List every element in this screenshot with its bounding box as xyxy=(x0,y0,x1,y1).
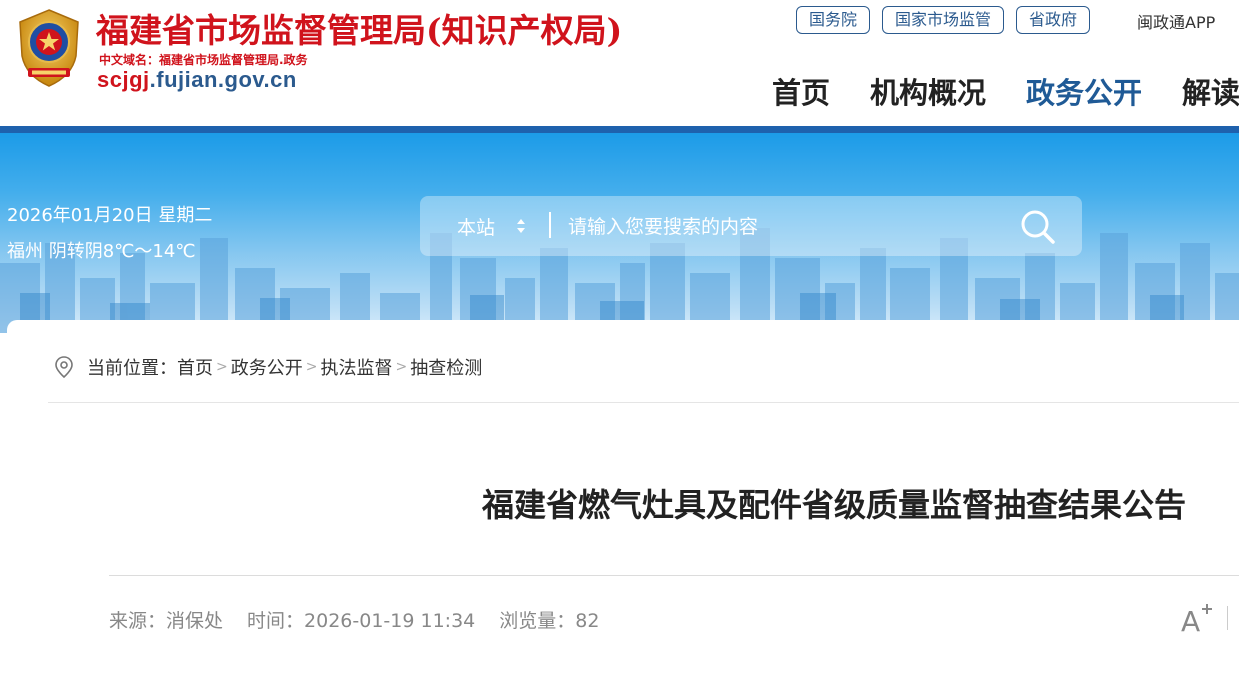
breadcrumb-home[interactable]: 首页 xyxy=(177,354,213,380)
domain-suffix: .fujian.gov.cn xyxy=(149,67,297,92)
link-state-council[interactable]: 国务院 xyxy=(796,6,871,34)
site-title[interactable]: 福建省市场监督管理局(知识产权局) xyxy=(96,4,622,52)
site-domain: scjgj.fujian.gov.cn xyxy=(97,67,297,93)
breadcrumb-spot-check[interactable]: 抽查检测 xyxy=(410,354,482,380)
breadcrumb-separator: > xyxy=(395,359,408,375)
article-time: 时间：2026-01-19 11:34 xyxy=(247,606,475,633)
search-bar: 本站 xyxy=(420,196,1082,256)
font-size-increase-icon[interactable]: A xyxy=(1181,601,1213,635)
current-date: 2026年01月20日 星期二 xyxy=(7,205,213,226)
time-value: 2026-01-19 11:34 xyxy=(304,610,476,632)
toolbar-divider xyxy=(1227,606,1228,630)
source-label: 来源： xyxy=(109,610,167,632)
mzt-app-link[interactable]: 闽政通APP xyxy=(1137,9,1215,33)
article-views: 浏览量：82 xyxy=(499,606,599,633)
nav-interpretation[interactable]: 解读 xyxy=(1182,70,1239,112)
link-samr[interactable]: 国家市场监管 xyxy=(882,6,1005,34)
content-card: 当前位置： 首页 > 政务公开 > 执法监督 > 抽查检测 福建省燃气灶具及配件… xyxy=(7,320,1239,680)
sort-arrows-icon[interactable] xyxy=(516,216,526,236)
views-value: 82 xyxy=(575,610,600,632)
header-stripe xyxy=(0,126,1239,133)
breadcrumb: 当前位置： 首页 > 政务公开 > 执法监督 > 抽查检测 xyxy=(53,354,482,380)
banner: 2026年01月20日 星期二 福州 阴转阴8℃～14℃ 本站 xyxy=(0,133,1239,333)
search-input[interactable] xyxy=(566,209,990,245)
search-divider xyxy=(549,212,551,238)
search-icon[interactable] xyxy=(1020,209,1056,245)
domain-prefix: scjgj xyxy=(97,67,150,92)
site-header: 福建省市场监督管理局(知识产权局) 中文域名：福建省市场监督管理局.政务 scj… xyxy=(0,0,1239,126)
breadcrumb-law-enforcement[interactable]: 执法监督 xyxy=(320,354,392,380)
article-title: 福建省燃气灶具及配件省级质量监督抽查结果公告 xyxy=(481,486,1186,524)
top-links: 国务院 国家市场监管 省政府 xyxy=(796,6,1091,34)
breadcrumb-divider xyxy=(48,402,1239,403)
article-source: 来源：消保处 xyxy=(109,606,223,633)
title-divider xyxy=(109,575,1239,576)
svg-text:A: A xyxy=(1181,605,1200,635)
search-scope-select[interactable]: 本站 xyxy=(457,213,495,240)
chinese-domain-name: 中文域名：福建省市场监督管理局.政务 xyxy=(99,53,308,67)
breadcrumb-separator: > xyxy=(216,359,228,375)
time-label: 时间： xyxy=(247,610,305,632)
article-meta: 来源：消保处 时间：2026-01-19 11:34 浏览量：82 xyxy=(109,606,599,633)
breadcrumb-government-affairs[interactable]: 政务公开 xyxy=(231,354,303,380)
main-nav: 首页 机构概况 政务公开 解读 xyxy=(772,70,1239,112)
nav-home[interactable]: 首页 xyxy=(772,70,830,112)
breadcrumb-separator: > xyxy=(305,359,318,375)
weather-info: 福州 阴转阴8℃～14℃ xyxy=(7,241,196,262)
breadcrumb-label: 当前位置： xyxy=(87,358,177,379)
link-provincial-government[interactable]: 省政府 xyxy=(1016,6,1091,34)
views-label: 浏览量： xyxy=(499,610,576,632)
source-value: 消保处 xyxy=(166,610,224,632)
police-emblem-icon[interactable] xyxy=(14,8,84,88)
nav-organization[interactable]: 机构概况 xyxy=(870,70,986,112)
nav-government-affairs[interactable]: 政务公开 xyxy=(1026,70,1142,112)
location-pin-icon xyxy=(55,356,73,379)
